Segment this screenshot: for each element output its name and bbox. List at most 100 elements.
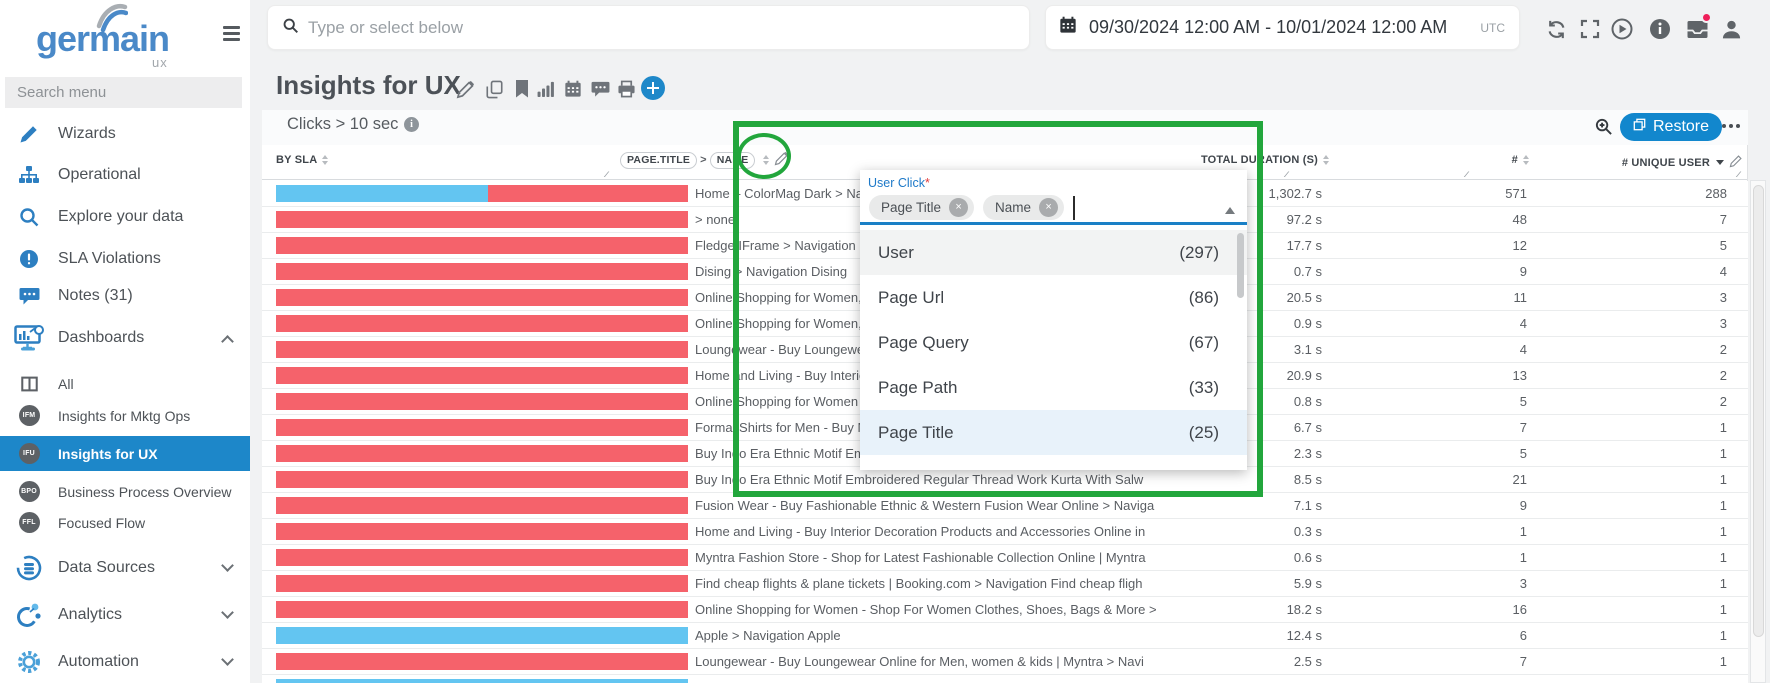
- chip-name[interactable]: Name ×: [983, 195, 1064, 220]
- column-resize-handle[interactable]: ∕∕: [606, 170, 607, 179]
- sidebar-item-focused-flow[interactable]: FFLFocused Flow: [0, 505, 250, 540]
- row-count: 12: [1467, 233, 1527, 258]
- table-row[interactable]: Loungewear - Buy Loungewear Online for M…: [262, 649, 1748, 675]
- chevron-down-icon[interactable]: [221, 653, 234, 666]
- group-pill-name[interactable]: NAME: [710, 152, 756, 169]
- sidebar-item-sla-violations[interactable]: SLA Violations: [0, 240, 250, 278]
- sidebar-item-label: Automation: [58, 653, 139, 671]
- dropdown-option-page-title[interactable]: Page Title(25): [860, 410, 1247, 455]
- fullscreen-icon[interactable]: [1577, 16, 1603, 42]
- comment-icon[interactable]: [590, 79, 610, 99]
- column-header-total-duration[interactable]: TOTAL DURATION (S): [1201, 154, 1329, 166]
- sidebar-item-automation[interactable]: Automation: [0, 643, 250, 681]
- hamburger-menu-icon[interactable]: [223, 26, 240, 44]
- option-label: Page Url: [878, 288, 944, 308]
- chevron-up-icon[interactable]: [221, 335, 234, 348]
- bar-segment-violation: [276, 393, 688, 410]
- logo-text: germain: [36, 18, 169, 60]
- row-title: Apple > Navigation Apple: [695, 623, 1270, 648]
- sidebar-item-insights-for-mktg-ops[interactable]: IFMInsights for Mktg Ops: [0, 398, 250, 433]
- info-icon[interactable]: i: [404, 117, 419, 132]
- table-row[interactable]: [262, 675, 1748, 683]
- row-count: 3: [1467, 571, 1527, 596]
- info-icon[interactable]: [1647, 16, 1673, 42]
- column-resize-handle[interactable]: ∕∕: [1286, 170, 1287, 179]
- column-header-by-sla[interactable]: BY SLA: [276, 154, 328, 166]
- collapse-arrow-icon[interactable]: [1225, 207, 1235, 214]
- sidebar-item-dashboards[interactable]: Dashboards: [0, 319, 250, 357]
- sidebar-item-explore-your-data[interactable]: Explore your data: [0, 198, 250, 236]
- chevron-down-icon[interactable]: [221, 606, 234, 619]
- sort-icon[interactable]: [763, 155, 769, 165]
- zoom-in-icon[interactable]: [1594, 117, 1613, 141]
- sla-bar: [276, 627, 688, 644]
- column-resize-handle[interactable]: ∕∕: [1738, 170, 1739, 179]
- sidebar-item-operational[interactable]: Operational: [0, 156, 250, 194]
- sidebar-item-insights-for-ux[interactable]: IFUInsights for UX: [0, 436, 250, 471]
- table-row[interactable]: Apple > Navigation Apple12.4 s61: [262, 623, 1748, 649]
- sidebar-item-business-process-overview[interactable]: BPOBusiness Process Overview: [0, 474, 250, 509]
- panel-header: [262, 110, 1748, 145]
- group-pill-page-title[interactable]: PAGE.TITLE: [620, 152, 697, 169]
- dropdown-option-page-url[interactable]: Page Url(86): [860, 275, 1247, 320]
- play-icon[interactable]: [1609, 16, 1635, 42]
- copy-icon[interactable]: [484, 79, 504, 99]
- print-icon[interactable]: [616, 79, 636, 99]
- chip-page-title[interactable]: Page Title×: [869, 195, 974, 220]
- chat-icon: [0, 287, 58, 306]
- text-caret[interactable]: [1073, 196, 1075, 220]
- badge-ffl: FFL: [19, 512, 40, 533]
- option-label: Page Path: [878, 378, 957, 398]
- add-icon[interactable]: [641, 76, 665, 100]
- date-range-picker[interactable]: 09/30/2024 12:00 AM - 10/01/2024 12:00 A…: [1045, 5, 1520, 50]
- column-header-count[interactable]: #: [1512, 154, 1529, 166]
- table-row[interactable]: Find cheap flights & plane tickets | Boo…: [262, 571, 1748, 597]
- table-row[interactable]: Fusion Wear - Buy Fashionable Ethnic & W…: [262, 493, 1748, 519]
- sidebar-item-label: Data Sources: [58, 559, 155, 577]
- chip-remove-icon[interactable]: ×: [1039, 198, 1058, 217]
- refresh-icon[interactable]: [1543, 16, 1569, 42]
- sidebar-item-label: Operational: [58, 166, 141, 184]
- sidebar: germain ux Search menu WizardsOperationa…: [0, 0, 250, 683]
- table-row[interactable]: Myntra Fashion Store - Shop for Latest F…: [262, 545, 1748, 571]
- sidebar-item-analytics[interactable]: Analytics: [0, 596, 250, 634]
- sidebar-search-input[interactable]: Search menu: [5, 77, 242, 108]
- chart-bars-icon[interactable]: [536, 79, 556, 99]
- table-row[interactable]: Buy Indo Era Ethnic Motif Embroidered Re…: [262, 467, 1748, 493]
- sidebar-item-data-sources[interactable]: Data Sources: [0, 549, 250, 587]
- sla-bar: [276, 315, 688, 332]
- global-search-input[interactable]: Type or select below: [267, 5, 1030, 50]
- dashboard-badge: IFM: [0, 405, 58, 426]
- sla-bar: [276, 185, 688, 202]
- edit-columns-icon[interactable]: [774, 151, 789, 169]
- dropdown-scrollbar-thumb[interactable]: [1237, 233, 1244, 298]
- scrollbar-thumb[interactable]: [1753, 185, 1764, 637]
- bookmark-icon[interactable]: [512, 79, 532, 99]
- inbox-icon[interactable]: [1684, 16, 1710, 42]
- chip-label: Name: [995, 200, 1031, 215]
- edit-icon[interactable]: [455, 79, 475, 99]
- column-header-unique-user[interactable]: # UNIQUE USER: [1622, 154, 1743, 171]
- table-row[interactable]: Home and Living - Buy Interior Decoratio…: [262, 519, 1748, 545]
- edit-column-icon[interactable]: [1729, 154, 1743, 171]
- dropdown-option-user[interactable]: User(297): [860, 230, 1247, 275]
- notification-dot: [1701, 12, 1712, 23]
- sidebar-item-notes-31-[interactable]: Notes (31): [0, 277, 250, 315]
- chip-remove-icon[interactable]: ×: [949, 198, 968, 217]
- calendar-icon[interactable]: [563, 79, 583, 99]
- sidebar-item-wizards[interactable]: Wizards: [0, 115, 250, 153]
- restore-button[interactable]: Restore: [1620, 113, 1722, 141]
- more-options-icon[interactable]: [1722, 124, 1744, 130]
- column-resize-handle[interactable]: ∕∕: [1466, 170, 1467, 179]
- sla-bar: [276, 289, 688, 306]
- row-count: 5: [1467, 441, 1527, 466]
- chevron-down-icon[interactable]: [221, 559, 234, 572]
- row-total-duration: 2.5 s: [1232, 649, 1322, 674]
- vertical-scrollbar[interactable]: [1750, 180, 1766, 683]
- dropdown-option-page-path[interactable]: Page Path(33): [860, 365, 1247, 410]
- dropdown-option-page-query[interactable]: Page Query(67): [860, 320, 1247, 365]
- table-row[interactable]: Online Shopping for Women - Shop For Wom…: [262, 597, 1748, 623]
- row-unique-users: 3: [1677, 311, 1727, 336]
- sidebar-item-all[interactable]: All: [0, 366, 250, 401]
- user-icon[interactable]: [1718, 16, 1744, 42]
